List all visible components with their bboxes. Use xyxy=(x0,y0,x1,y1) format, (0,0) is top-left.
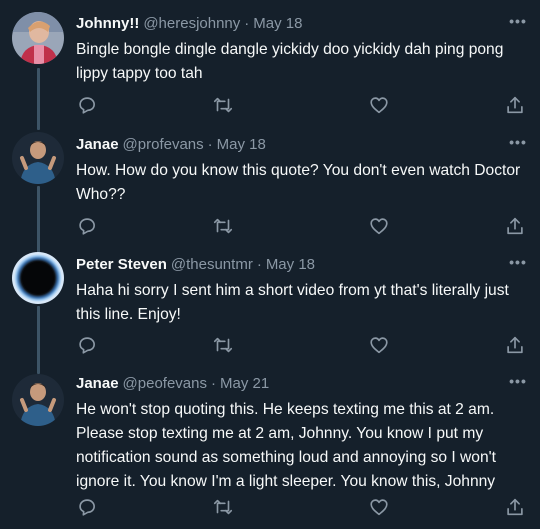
more-icon[interactable]: ••• xyxy=(506,135,530,155)
tweet-actions xyxy=(76,496,526,518)
retweet-icon[interactable] xyxy=(212,334,234,356)
display-name[interactable]: Johnny!! xyxy=(76,15,139,32)
tweet-text: He won't stop quoting this. He keeps tex… xyxy=(76,401,496,490)
tweet-date[interactable]: May 21 xyxy=(220,375,269,392)
tweet-actions xyxy=(76,334,526,356)
like-icon[interactable] xyxy=(368,334,390,356)
tweet-actions xyxy=(76,215,526,237)
tweet-date[interactable]: May 18 xyxy=(266,256,315,273)
retweet-icon[interactable] xyxy=(212,215,234,237)
display-name[interactable]: Janae xyxy=(76,375,119,392)
tweet-header: Janae @peofevans · May 21 xyxy=(76,374,500,394)
more-icon[interactable]: ••• xyxy=(506,14,530,34)
display-name[interactable]: Peter Steven xyxy=(76,256,167,273)
user-handle[interactable]: @heresjohnny xyxy=(143,15,240,32)
retweet-icon[interactable] xyxy=(212,496,234,518)
user-handle[interactable]: @thesuntmr xyxy=(171,256,253,273)
tweet[interactable]: Peter Steven @thesuntmr · May 18 ••• Haha h… xyxy=(0,246,540,368)
avatar[interactable] xyxy=(12,374,64,426)
tweet-thread: Johnny!! @heresjohnny · May 18 ••• Bingle b… xyxy=(0,0,540,529)
avatar[interactable] xyxy=(12,252,64,304)
tweet-text: Haha hi sorry I sent him a short video f… xyxy=(76,282,509,323)
more-icon[interactable]: ••• xyxy=(506,255,530,275)
retweet-icon[interactable] xyxy=(212,94,234,116)
separator: · xyxy=(256,256,262,273)
tweet-date[interactable]: May 18 xyxy=(253,15,302,32)
tweet[interactable]: Janae @peofevans · May 21 ••• He won't stop… xyxy=(0,368,540,529)
reply-icon[interactable] xyxy=(76,215,98,237)
share-icon[interactable] xyxy=(504,334,526,356)
tweet-header: Johnny!! @heresjohnny · May 18 xyxy=(76,14,500,34)
reply-icon[interactable] xyxy=(76,334,98,356)
avatar[interactable] xyxy=(12,12,64,64)
more-icon[interactable]: ••• xyxy=(506,374,530,394)
like-icon[interactable] xyxy=(368,496,390,518)
tweet-header: Janae @profevans · May 18 xyxy=(76,135,500,155)
share-icon[interactable] xyxy=(504,496,526,518)
reply-icon[interactable] xyxy=(76,496,98,518)
tweet[interactable]: Johnny!! @heresjohnny · May 18 ••• Bingle b… xyxy=(0,0,540,126)
display-name[interactable]: Janae xyxy=(76,136,119,153)
share-icon[interactable] xyxy=(504,94,526,116)
separator: · xyxy=(211,375,216,392)
tweet-text: Bingle bongle dingle dangle yickidy doo … xyxy=(76,41,504,82)
separator: · xyxy=(207,136,213,153)
tweet-header: Peter Steven @thesuntmr · May 18 xyxy=(76,255,500,275)
user-handle[interactable]: @profevans xyxy=(123,136,204,153)
user-handle[interactable]: @peofevans xyxy=(123,375,207,392)
like-icon[interactable] xyxy=(368,94,390,116)
avatar[interactable] xyxy=(12,132,64,184)
separator: · xyxy=(244,15,250,32)
tweet-text: How. How do you know this quote? You don… xyxy=(76,162,521,203)
tweet-actions xyxy=(76,94,526,116)
like-icon[interactable] xyxy=(368,215,390,237)
reply-icon[interactable] xyxy=(76,94,98,116)
tweet-date[interactable]: May 18 xyxy=(217,136,266,153)
share-icon[interactable] xyxy=(504,215,526,237)
tweet[interactable]: Janae @profevans · May 18 ••• How. How do y… xyxy=(0,126,540,246)
